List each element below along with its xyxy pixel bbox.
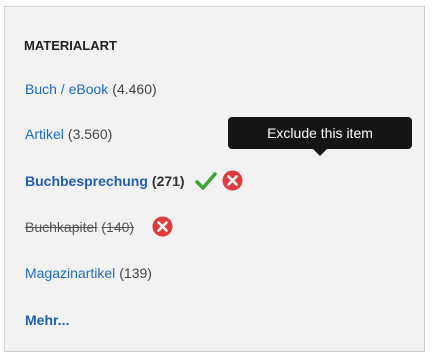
check-icon[interactable] — [194, 171, 217, 191]
facet-item-count: (139) — [119, 265, 152, 281]
facet-item-buchbesprechung[interactable]: Buchbesprechung (271) — [25, 170, 243, 191]
exclude-tooltip: Exclude this item — [228, 117, 412, 149]
tooltip-arrow — [313, 149, 327, 156]
facet-item-count: (4.460) — [112, 81, 157, 97]
facet-item-count: (3.560) — [67, 126, 113, 142]
facet-item-artikel[interactable]: Artikel (3.560) — [25, 125, 112, 143]
facet-heading: MATERIALART — [24, 38, 117, 53]
more-row: Mehr... — [25, 311, 69, 329]
facet-item-label[interactable]: Buchbesprechung — [25, 172, 148, 190]
facet-item-label[interactable]: Buchkapitel — [25, 218, 97, 236]
material-type-facet-panel: MATERIALART Buch / eBook (4.460) Artikel… — [4, 6, 425, 352]
facet-item-buch-ebook[interactable]: Buch / eBook (4.460) — [25, 80, 157, 98]
facet-item-magazinartikel[interactable]: Magazinartikel (139) — [25, 264, 152, 282]
facet-item-count: (271) — [151, 172, 185, 189]
more-link[interactable]: Mehr... — [25, 311, 69, 329]
facet-item-label[interactable]: Magazinartikel — [25, 264, 115, 282]
facet-item-count: (140) — [101, 218, 135, 235]
x-circle-icon[interactable] — [222, 170, 243, 191]
facet-item-buchkapitel[interactable]: Buchkapitel (140) — [25, 216, 173, 237]
facet-item-label[interactable]: Artikel — [25, 125, 64, 143]
x-circle-icon[interactable] — [152, 216, 173, 237]
facet-item-label[interactable]: Buch / eBook — [25, 80, 108, 98]
